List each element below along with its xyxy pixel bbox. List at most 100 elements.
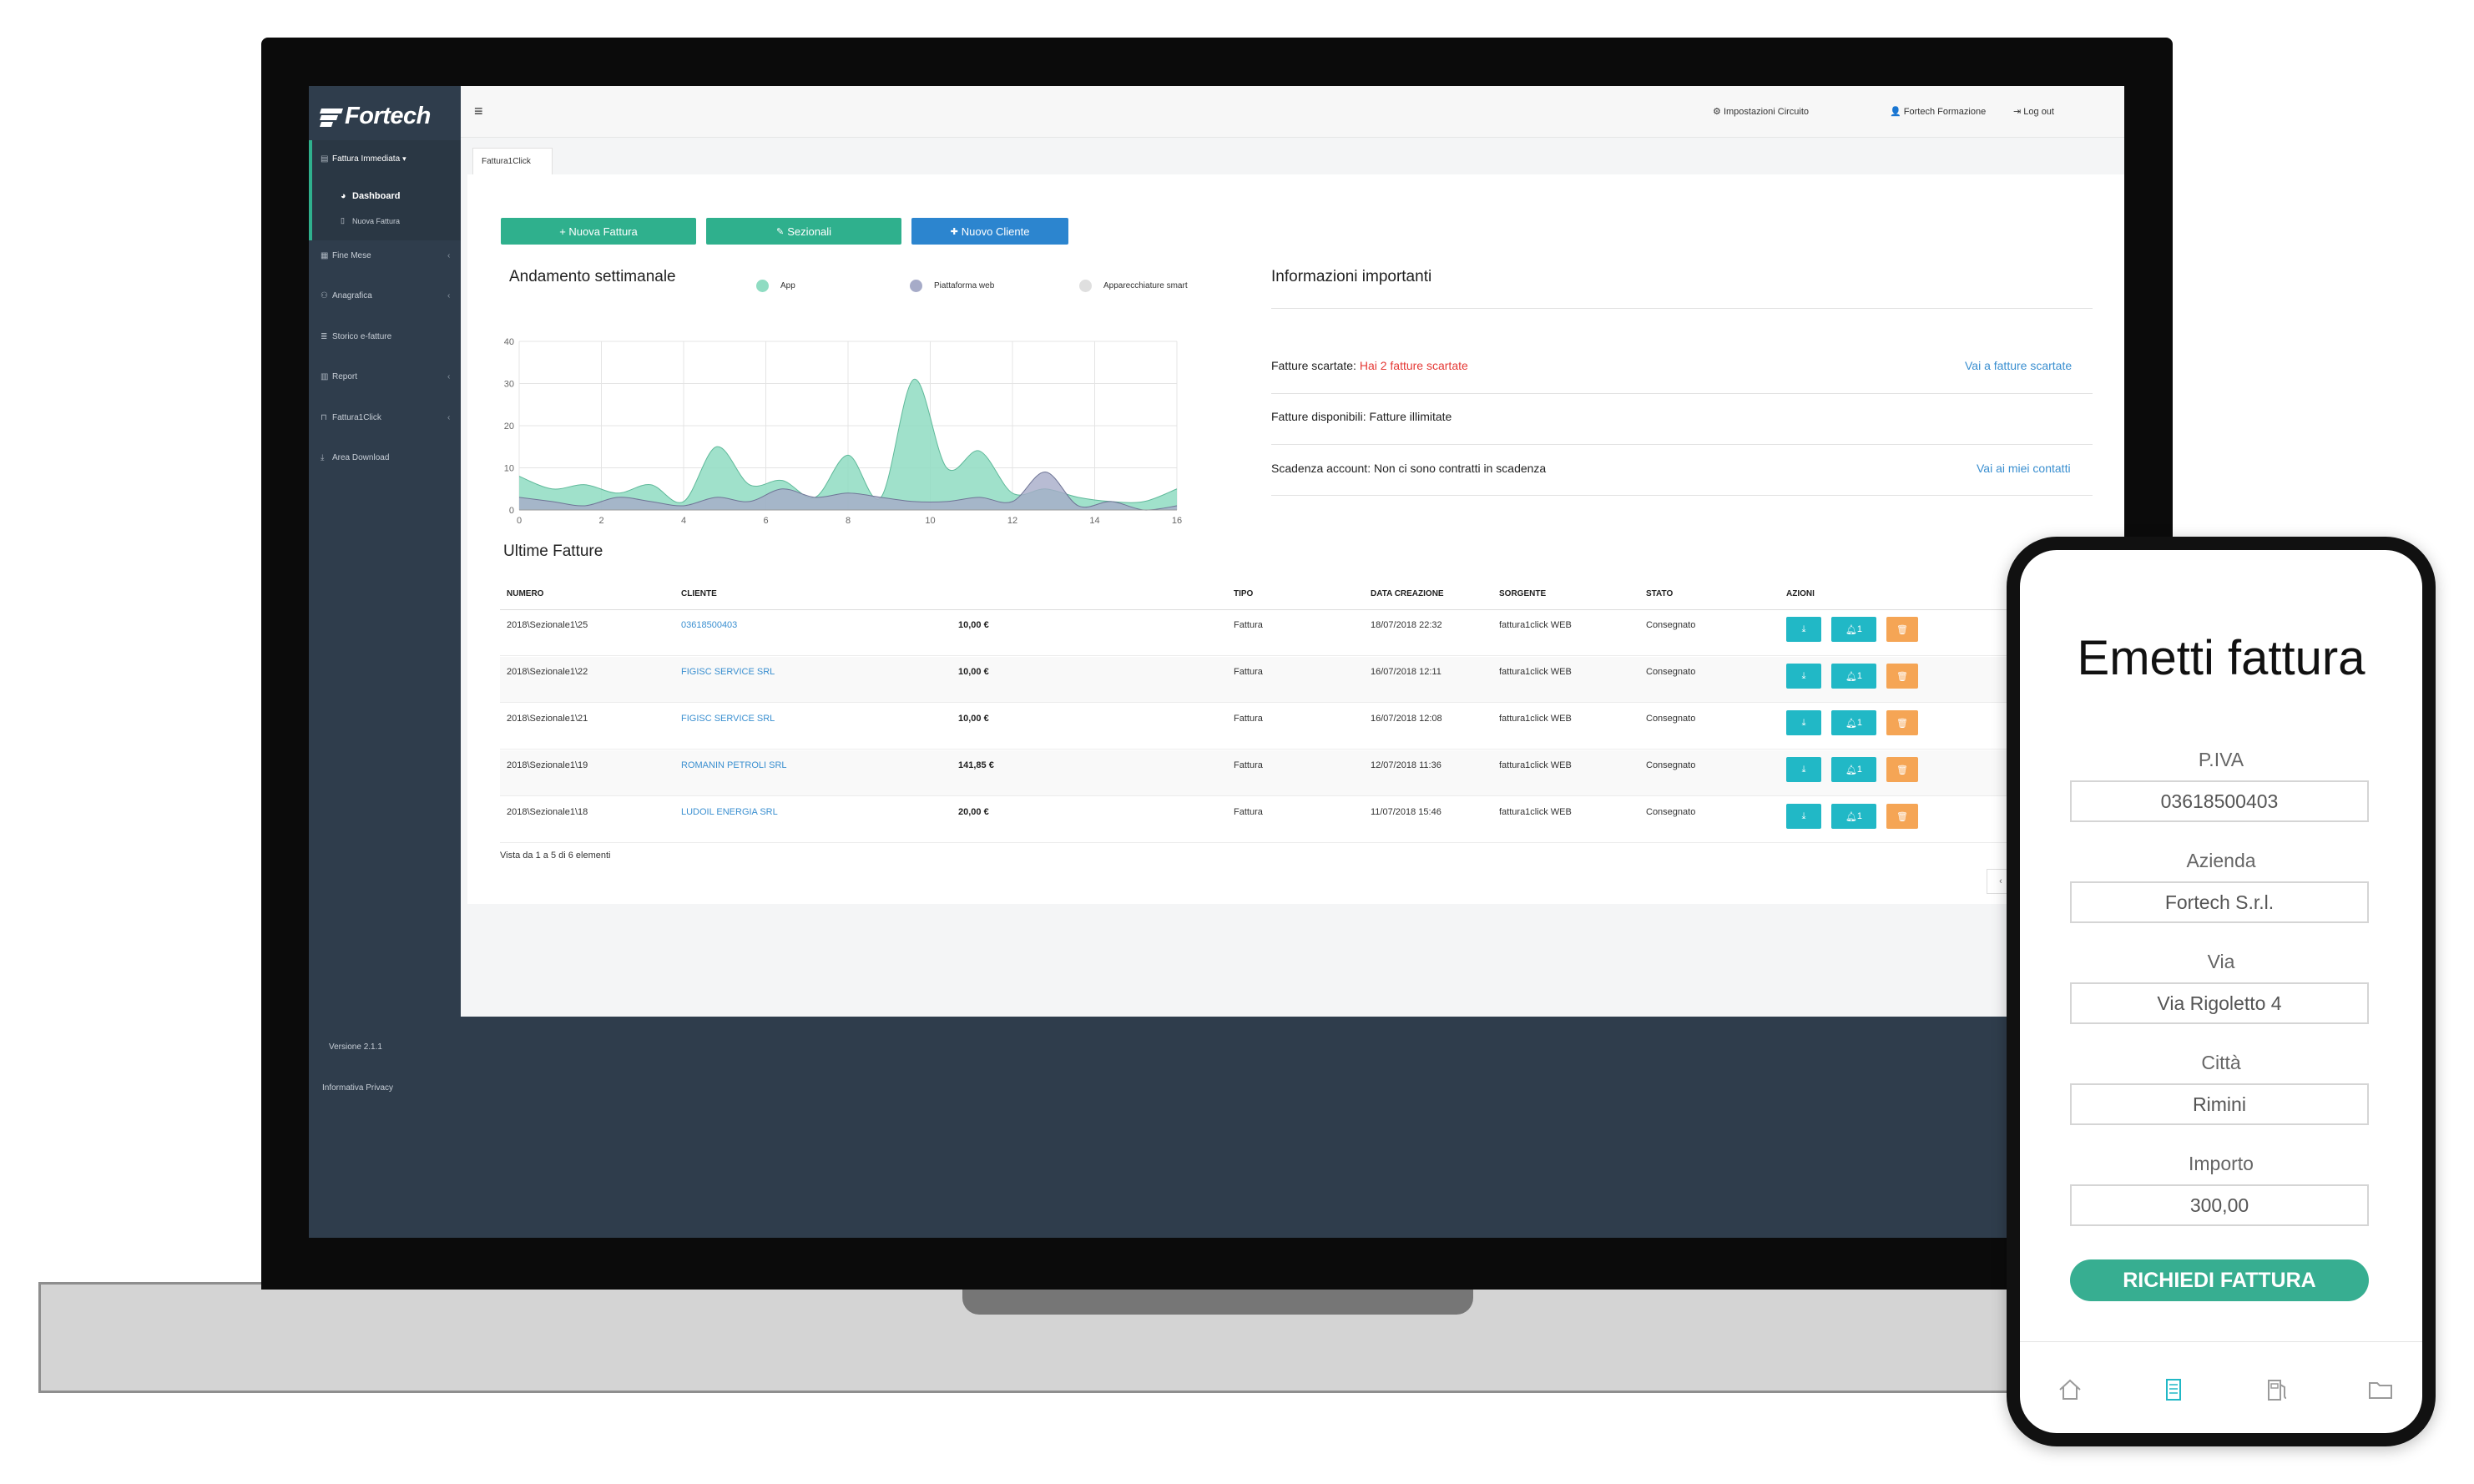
info-value-warning: Hai 2 fatture scartate: [1359, 359, 1468, 372]
new-invoice-button[interactable]: + Nuova Fattura: [501, 218, 696, 245]
table-row[interactable]: 2018\Sezionale1\25 03618500403 10,00 € F…: [500, 610, 2124, 656]
sidebar-item-label: Area Download: [332, 453, 390, 462]
column-header-stato[interactable]: STATO: [1646, 589, 1673, 598]
legend-item-web[interactable]: Piattaforma web: [910, 280, 994, 292]
download-button[interactable]: ⤓: [1786, 710, 1821, 735]
cell-cliente-link[interactable]: LUDOIL ENERGIA SRL: [681, 807, 778, 817]
lock-icon: ⊓: [321, 413, 327, 422]
download-button[interactable]: ⤓: [1786, 804, 1821, 829]
folder-icon[interactable]: [2364, 1373, 2397, 1406]
delete-button[interactable]: 🗑︎: [1886, 757, 1918, 782]
rejected-invoices-link[interactable]: Vai a fatture scartate: [1965, 359, 2072, 372]
notify-count: 1: [1856, 811, 1863, 821]
cell-cliente-link[interactable]: FIGISC SERVICE SRL: [681, 714, 775, 724]
download-button[interactable]: ⤓: [1786, 757, 1821, 782]
cell-sorgente: fattura1click WEB: [1499, 760, 1572, 770]
cell-tipo: Fattura: [1234, 807, 1263, 817]
fuel-pump-icon[interactable]: [2260, 1373, 2294, 1406]
new-client-button[interactable]: ✚ Nuovo Cliente: [911, 218, 1068, 245]
brand-name: Fortech: [345, 102, 431, 129]
trash-icon: 🗑︎: [1896, 718, 1908, 729]
delete-button[interactable]: 🗑︎: [1886, 617, 1918, 642]
table-row[interactable]: 2018\Sezionale1\18 LUDOIL ENERGIA SRL 20…: [500, 797, 2124, 843]
sidebar-item-fattura1click[interactable]: ⊓ Fattura1Click ‹: [321, 413, 450, 422]
download-button[interactable]: ⤓: [1786, 617, 1821, 642]
sidebar-item-label: Fattura Immediata: [332, 154, 401, 164]
cell-data: 12/07/2018 11:36: [1371, 760, 1441, 770]
table-row[interactable]: 2018\Sezionale1\19 ROMANIN PETROLI SRL 1…: [500, 750, 2124, 796]
cell-cliente-link[interactable]: ROMANIN PETROLI SRL: [681, 760, 787, 770]
cell-data: 16/07/2018 12:11: [1371, 667, 1441, 677]
document-icon[interactable]: [2157, 1373, 2190, 1406]
contacts-link[interactable]: Vai ai miei contatti: [1977, 462, 2071, 475]
cell-cliente-link[interactable]: FIGISC SERVICE SRL: [681, 667, 775, 677]
x-tick-label: 8: [846, 516, 851, 526]
logout-link[interactable]: ⇥ Log out: [2013, 106, 2054, 117]
cell-stato: Consegnato: [1646, 807, 1696, 817]
chevron-left-icon: ‹: [447, 413, 451, 422]
sidebar-item-fine-mese[interactable]: ▦ Fine Mese ‹: [321, 251, 450, 260]
cell-cliente-link[interactable]: 03618500403: [681, 620, 737, 630]
via-field[interactable]: Via Rigoletto 4: [2070, 982, 2369, 1024]
user-icon: 👤: [1890, 107, 1901, 117]
column-header-data[interactable]: DATA CREAZIONE: [1371, 589, 1444, 598]
bell-icon: 🔔︎: [1845, 671, 1857, 682]
stage: Fortech ▤ Fattura Immediata ▾ ◕ Dashboar…: [0, 0, 2474, 1484]
sidebar-item-area-download[interactable]: ⤓ Area Download: [321, 453, 389, 462]
sidebar-item-anagrafica[interactable]: ⚇ Anagrafica ‹: [321, 291, 450, 300]
column-header-cliente[interactable]: CLIENTE: [681, 589, 717, 598]
cell-tipo: Fattura: [1234, 760, 1263, 770]
request-invoice-button[interactable]: RICHIEDI FATTURA: [2070, 1259, 2369, 1301]
tab-fattura1click[interactable]: Fattura1Click: [472, 148, 553, 174]
cell-data: 18/07/2018 22:32: [1371, 620, 1442, 630]
table-row[interactable]: 2018\Sezionale1\22 FIGISC SERVICE SRL 10…: [500, 657, 2124, 703]
delete-button[interactable]: 🗑︎: [1886, 710, 1918, 735]
x-tick-label: 2: [598, 516, 603, 526]
y-tick-label: 40: [504, 337, 514, 347]
notify-button[interactable]: 🔔︎ 1: [1831, 664, 1876, 689]
brand-logo[interactable]: Fortech: [320, 101, 454, 131]
importo-field[interactable]: 300,00: [2070, 1184, 2369, 1226]
sidebar-item-label: Fine Mese: [332, 251, 371, 260]
divider: [1271, 308, 2093, 309]
topbar: ≡ ⚙ Impostazioni Circuito 👤 Fortech Form…: [461, 86, 2124, 138]
notify-button[interactable]: 🔔︎ 1: [1831, 617, 1876, 642]
privacy-link[interactable]: Informativa Privacy: [322, 1083, 393, 1093]
sidebar-item-fattura-immediata[interactable]: ▤ Fattura Immediata ▾: [321, 154, 406, 164]
cell-sorgente: fattura1click WEB: [1499, 714, 1572, 724]
sidebar-item-storico[interactable]: ≣ Storico e-fatture: [321, 332, 391, 341]
sidebar-subitem-dashboard[interactable]: ◕ Dashboard: [341, 191, 400, 201]
cell-importo: 141,85 €: [958, 760, 994, 770]
list-icon: ≣: [321, 332, 328, 341]
settings-link[interactable]: ⚙ Impostazioni Circuito: [1713, 106, 1809, 117]
footer-area: [461, 1017, 2124, 1238]
y-tick-label: 10: [504, 464, 514, 474]
user-link[interactable]: 👤 Fortech Formazione: [1890, 106, 1986, 117]
sections-button[interactable]: ✎ Sezionali: [706, 218, 901, 245]
column-header-tipo[interactable]: TIPO: [1234, 589, 1253, 598]
home-icon[interactable]: [2053, 1373, 2087, 1406]
column-header-numero[interactable]: NUMERO: [507, 589, 543, 598]
sidebar-item-report[interactable]: ▥ Report ‹: [321, 372, 450, 381]
x-tick-label: 6: [763, 516, 768, 526]
info-row-available: Fatture disponibili: Fatture illimitate: [1271, 410, 1452, 423]
notify-button[interactable]: 🔔︎ 1: [1831, 804, 1876, 829]
citta-field[interactable]: Rimini: [2070, 1083, 2369, 1125]
hamburger-menu-icon[interactable]: ≡: [474, 103, 483, 120]
download-button[interactable]: ⤓: [1786, 664, 1821, 689]
delete-button[interactable]: 🗑︎: [1886, 804, 1918, 829]
piva-field[interactable]: 03618500403: [2070, 780, 2369, 822]
notify-button[interactable]: 🔔︎ 1: [1831, 710, 1876, 735]
azienda-field[interactable]: Fortech S.r.l.: [2070, 881, 2369, 923]
delete-button[interactable]: 🗑︎: [1886, 664, 1918, 689]
column-header-sorgente[interactable]: SORGENTE: [1499, 589, 1546, 598]
legend-item-smart[interactable]: Apparecchiature smart: [1079, 280, 1188, 292]
table-title: Ultime Fatture: [503, 543, 603, 560]
trash-icon: 🗑︎: [1896, 671, 1908, 682]
notify-button[interactable]: 🔔︎ 1: [1831, 757, 1876, 782]
table-row[interactable]: 2018\Sezionale1\21 FIGISC SERVICE SRL 10…: [500, 704, 2124, 750]
legend-item-app[interactable]: App: [756, 280, 795, 292]
phone-nav-divider: [2020, 1341, 2422, 1342]
sidebar-subitem-nuova-fattura[interactable]: ▯ Nuova Fattura: [341, 216, 400, 225]
x-tick-label: 0: [517, 516, 522, 526]
